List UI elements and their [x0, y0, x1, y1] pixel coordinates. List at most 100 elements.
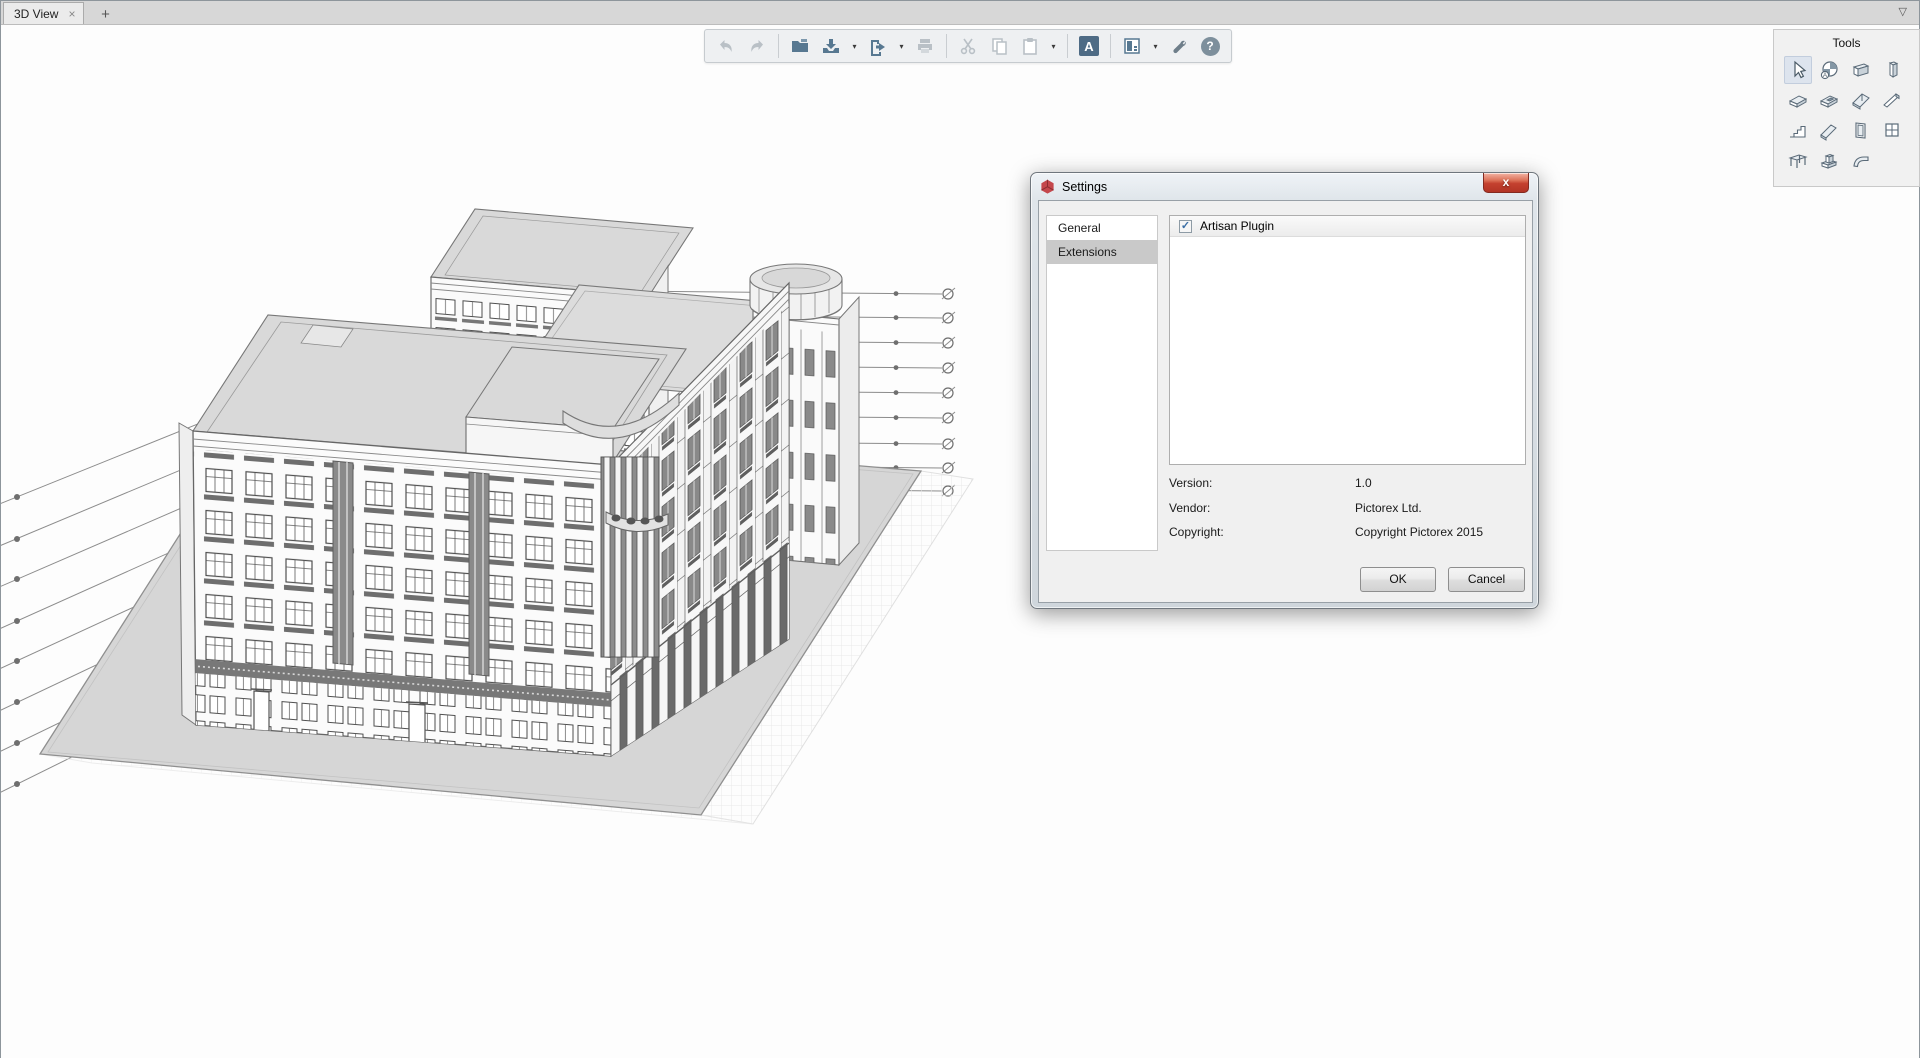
tab-bar: 3D View × + ▽ — [1, 1, 1919, 25]
info-value: Pictorex Ltd. — [1355, 501, 1422, 515]
tools-panel-title: Tools — [1774, 36, 1919, 50]
tab-close-icon[interactable]: × — [68, 8, 75, 20]
paste-icon — [1020, 36, 1040, 56]
tool-select[interactable] — [1784, 56, 1812, 84]
dialog-client-area: General Extensions ✓ Artisan Plugin Vers… — [1038, 200, 1533, 603]
tab-overflow-icon[interactable]: ▽ — [1899, 5, 1907, 18]
app-window: 3D View × + ▽ — [0, 0, 1920, 1058]
wrench-icon — [1169, 36, 1189, 56]
report-table-icon — [1122, 36, 1142, 56]
redo-button[interactable] — [744, 33, 770, 59]
toolbar-separator — [946, 34, 947, 58]
main-toolbar: ▾ ▾ ▾ A ▾ ? — [704, 29, 1232, 63]
settings-nav-list: General Extensions — [1046, 215, 1158, 551]
stairs-icon — [1787, 119, 1809, 141]
window-icon — [1881, 119, 1903, 141]
info-value: 1.0 — [1355, 476, 1372, 490]
app-logo-icon — [1040, 179, 1055, 194]
tool-column[interactable] — [1878, 56, 1906, 84]
style-picker-icon: A — [1818, 59, 1840, 81]
column-icon — [1881, 59, 1903, 81]
plinth-icon — [1818, 149, 1840, 171]
toolbar-separator — [1110, 34, 1111, 58]
tool-table[interactable] — [1784, 146, 1812, 174]
info-row-copyright: Copyright: Copyright Pictorex 2015 — [1169, 525, 1224, 539]
3d-building-model — [1, 25, 1919, 1058]
redo-icon — [747, 36, 767, 56]
ramp-icon — [1818, 119, 1840, 141]
import-dropdown[interactable]: ▾ — [849, 33, 860, 59]
paste-button[interactable] — [1017, 33, 1043, 59]
tool-railing[interactable] — [1847, 146, 1875, 174]
plugin-checkbox[interactable]: ✓ — [1179, 220, 1192, 233]
toolbar-separator — [1067, 34, 1068, 58]
cancel-button[interactable]: Cancel — [1448, 567, 1525, 592]
dialog-title: Settings — [1062, 180, 1107, 194]
import-button[interactable] — [818, 33, 844, 59]
cut-icon — [958, 36, 978, 56]
ok-button[interactable]: OK — [1360, 567, 1436, 592]
3d-viewport[interactable] — [1, 25, 1919, 1058]
import-icon — [821, 36, 841, 56]
text-style-icon: A — [1079, 36, 1099, 56]
floor-icon — [1787, 89, 1809, 111]
tool-empty-cell — [1878, 146, 1906, 174]
cut-button[interactable] — [955, 33, 981, 59]
info-label: Vendor: — [1169, 501, 1210, 515]
tool-plinth[interactable] — [1815, 146, 1843, 174]
report-button[interactable] — [1119, 33, 1145, 59]
print-button[interactable] — [912, 33, 938, 59]
copy-button[interactable] — [986, 33, 1012, 59]
toolbar-separator — [778, 34, 779, 58]
wall-icon — [1850, 59, 1872, 81]
help-icon: ? — [1201, 37, 1220, 56]
paste-dropdown[interactable]: ▾ — [1048, 33, 1059, 59]
tool-floor[interactable] — [1784, 86, 1812, 114]
tool-ramp[interactable] — [1815, 116, 1843, 144]
report-dropdown[interactable]: ▾ — [1150, 33, 1161, 59]
plugin-list: ✓ Artisan Plugin — [1169, 215, 1526, 465]
open-folder-icon — [790, 36, 810, 56]
dialog-close-button[interactable]: x — [1483, 173, 1529, 193]
beam-icon — [1881, 89, 1903, 111]
door-icon — [1850, 119, 1872, 141]
export-button[interactable] — [865, 33, 891, 59]
info-label: Version: — [1169, 476, 1212, 490]
help-button[interactable]: ? — [1197, 33, 1223, 59]
settings-dialog-titlebar[interactable]: Settings — [1031, 173, 1538, 200]
tool-window[interactable] — [1878, 116, 1906, 144]
tab-3d-view[interactable]: 3D View × — [3, 2, 84, 24]
print-icon — [915, 36, 935, 56]
tab-label: 3D View — [14, 7, 58, 21]
settings-button[interactable] — [1166, 33, 1192, 59]
svg-text:A: A — [1823, 73, 1827, 79]
info-label: Copyright: — [1169, 525, 1224, 539]
info-row-vendor: Vendor: Pictorex Ltd. — [1169, 501, 1210, 515]
export-dropdown[interactable]: ▾ — [896, 33, 907, 59]
undo-button[interactable] — [713, 33, 739, 59]
table-icon — [1787, 149, 1809, 171]
tools-panel: Tools A — [1773, 29, 1920, 187]
tool-door[interactable] — [1847, 116, 1875, 144]
roof-icon — [1850, 89, 1872, 111]
tool-roof[interactable] — [1847, 86, 1875, 114]
settings-dialog: Settings x General Extensions ✓ Artisan … — [1030, 172, 1539, 609]
tools-grid: A — [1774, 50, 1919, 174]
new-tab-button[interactable]: + — [92, 4, 118, 24]
copy-icon — [989, 36, 1009, 56]
tool-stairs[interactable] — [1784, 116, 1812, 144]
nav-item-extensions[interactable]: Extensions — [1047, 240, 1157, 264]
open-button[interactable] — [787, 33, 813, 59]
text-style-button[interactable]: A — [1076, 33, 1102, 59]
plugin-name: Artisan Plugin — [1200, 219, 1274, 233]
tool-style-picker[interactable]: A — [1815, 56, 1843, 84]
nav-item-general[interactable]: General — [1047, 216, 1157, 240]
tool-wall[interactable] — [1847, 56, 1875, 84]
plugin-row-artisan[interactable]: ✓ Artisan Plugin — [1170, 216, 1525, 237]
info-row-version: Version: 1.0 — [1169, 476, 1212, 490]
select-arrow-icon — [1787, 59, 1809, 81]
floor-opening-icon — [1818, 89, 1840, 111]
tool-beam[interactable] — [1878, 86, 1906, 114]
tool-floor-opening[interactable] — [1815, 86, 1843, 114]
undo-icon — [716, 36, 736, 56]
